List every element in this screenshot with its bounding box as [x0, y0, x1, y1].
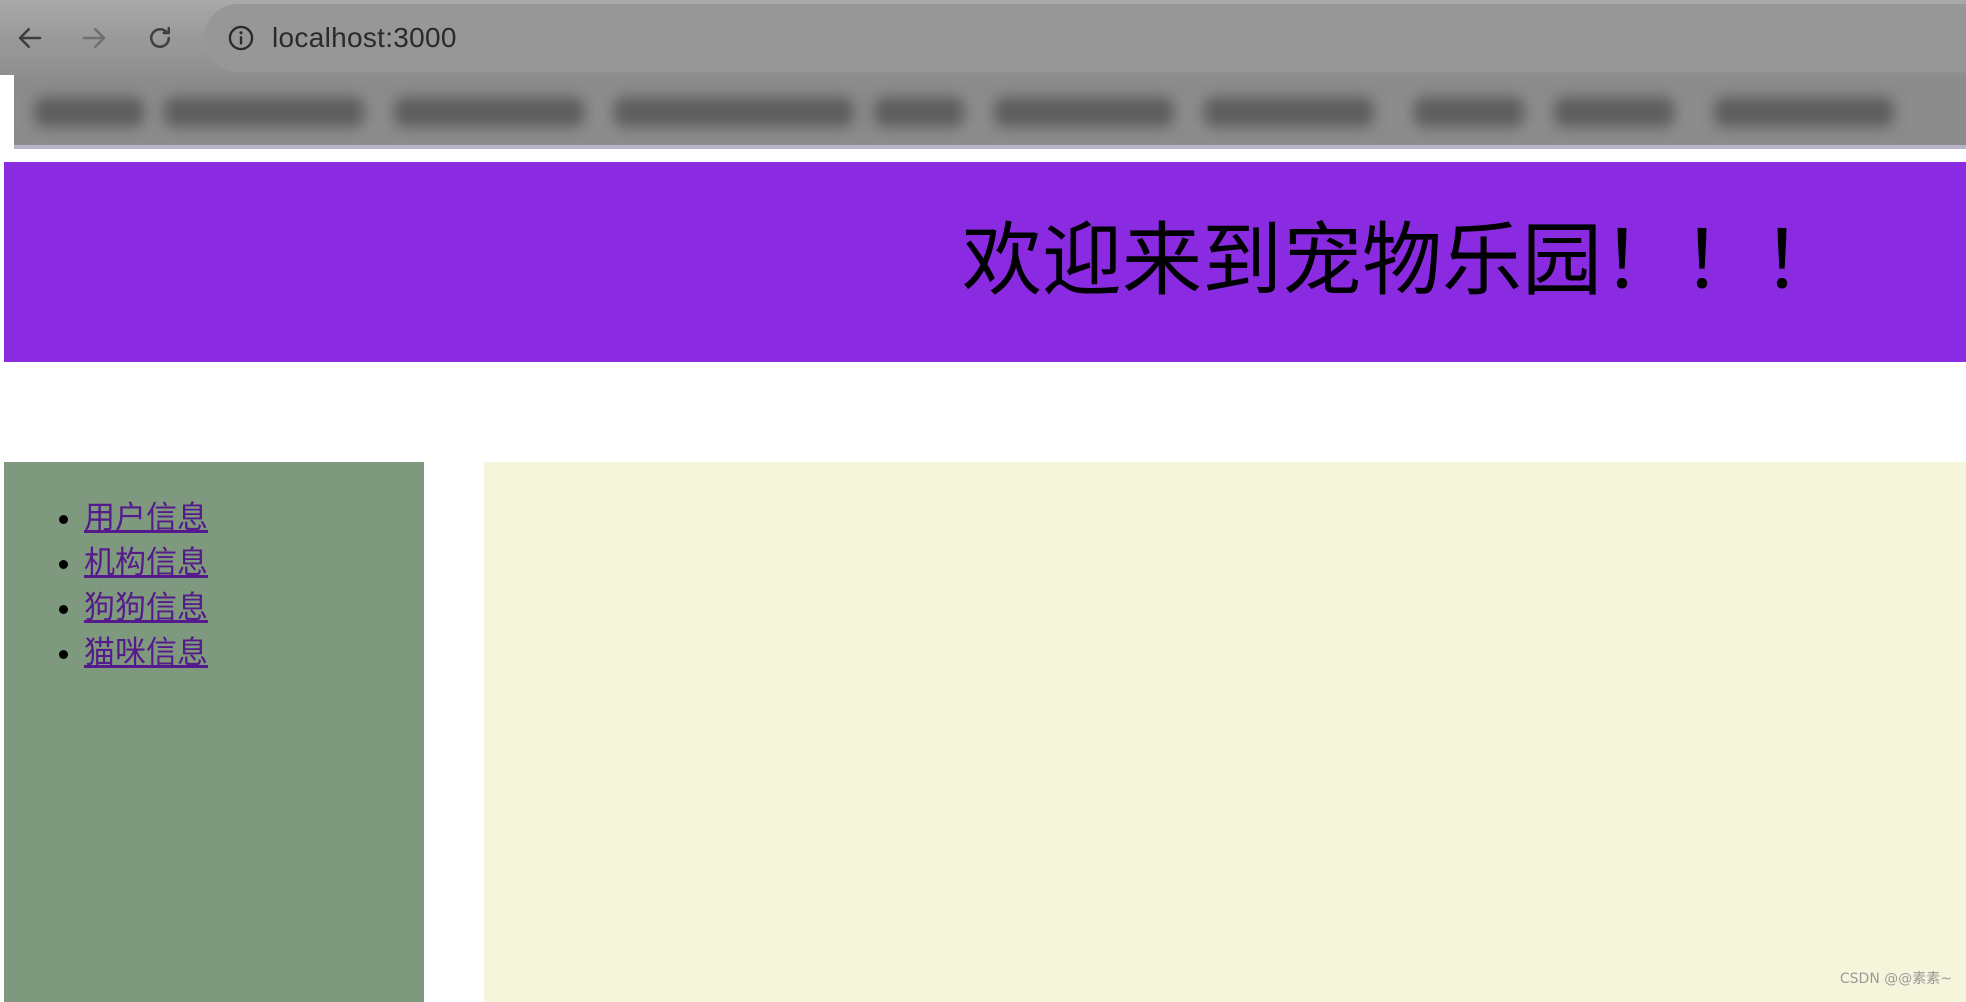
arrow-left-icon — [18, 28, 42, 48]
address-bar[interactable]: localhost:3000 — [204, 4, 1966, 72]
address-text: localhost:3000 — [272, 22, 457, 53]
page-header: 欢迎来到宠物乐园！！！ — [4, 162, 1966, 362]
sidebar-item-user-info: 用户信息 — [84, 496, 424, 541]
sidebar: 用户信息 机构信息 狗狗信息 猫咪信息 — [4, 462, 424, 1002]
watermark: CSDN @@素素~ — [1839, 971, 1952, 987]
bookmarks-bar — [14, 75, 1966, 149]
sidebar-item-organization-info: 机构信息 — [84, 541, 424, 586]
bookmark-item[interactable] — [614, 97, 854, 127]
bookmark-item[interactable] — [1554, 97, 1674, 127]
arrow-right-icon — [82, 28, 106, 48]
bookmark-item[interactable] — [1414, 97, 1524, 127]
sidebar-link-cat-info[interactable]: 猫咪信息 — [84, 635, 208, 671]
sidebar-link-organization-info[interactable]: 机构信息 — [84, 545, 208, 581]
sidebar-item-dog-info: 狗狗信息 — [84, 586, 424, 631]
reload-icon — [150, 26, 170, 48]
info-icon[interactable] — [226, 23, 256, 53]
browser-toolbar: localhost:3000 — [0, 0, 1966, 75]
page-title: 欢迎来到宠物乐园！！！ — [962, 214, 1842, 307]
bookmark-item[interactable] — [994, 97, 1174, 127]
sidebar-link-user-info[interactable]: 用户信息 — [84, 500, 208, 536]
forward-button[interactable] — [74, 18, 114, 58]
reload-button[interactable] — [140, 18, 180, 58]
sidebar-nav: 用户信息 机构信息 狗狗信息 猫咪信息 — [4, 462, 424, 676]
bookmark-item[interactable] — [34, 97, 144, 127]
bookmark-item[interactable] — [164, 97, 364, 127]
sidebar-item-cat-info: 猫咪信息 — [84, 631, 424, 676]
bookmark-item[interactable] — [1204, 97, 1374, 127]
back-button[interactable] — [10, 18, 50, 58]
content-area — [484, 462, 1966, 1002]
bookmark-item[interactable] — [874, 97, 964, 127]
bookmark-item[interactable] — [1714, 97, 1894, 127]
bookmark-item[interactable] — [394, 97, 584, 127]
sidebar-link-dog-info[interactable]: 狗狗信息 — [84, 590, 208, 626]
